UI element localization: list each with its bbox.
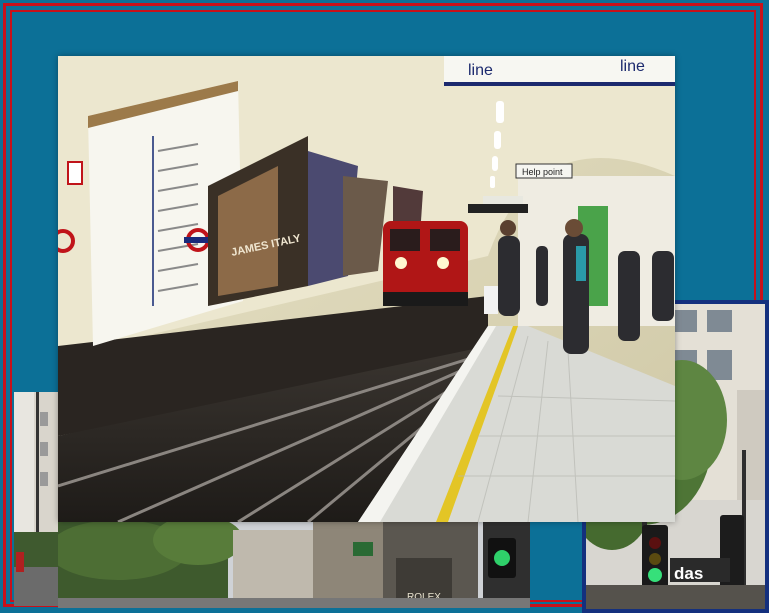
- line-sign-right: line: [620, 58, 645, 75]
- street-photo-left: [14, 392, 58, 606]
- tube-platform-photo: JAMES ITALY line line Help point: [58, 56, 675, 522]
- help-point-sign: Help point: [522, 167, 563, 177]
- das-sign-text: das: [674, 564, 703, 583]
- street-photo-bottom: ROLEX: [58, 520, 530, 608]
- line-sign-left: line: [468, 62, 493, 79]
